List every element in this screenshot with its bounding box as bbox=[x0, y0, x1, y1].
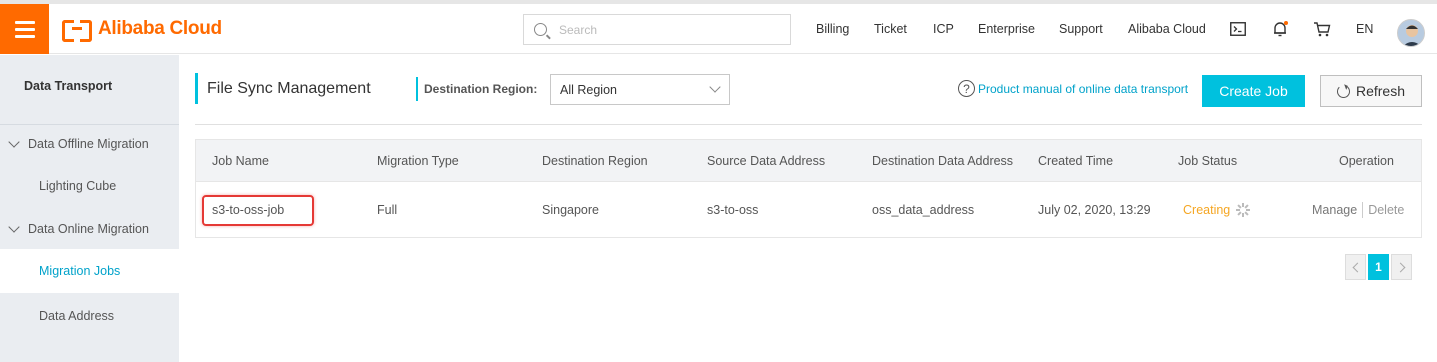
alibaba-logo-icon bbox=[62, 20, 92, 42]
brand-logo[interactable]: Alibaba Cloud bbox=[62, 17, 222, 42]
nav-icp[interactable]: ICP bbox=[933, 4, 954, 54]
nav-enterprise[interactable]: Enterprise bbox=[978, 4, 1035, 54]
column-header-created-time: Created Time bbox=[1038, 153, 1114, 168]
cell-migration-type: Full bbox=[377, 202, 398, 217]
refresh-button[interactable]: Refresh bbox=[1320, 75, 1422, 107]
region-label: Destination Region: bbox=[424, 82, 538, 96]
sidebar-title: Data Transport bbox=[24, 79, 113, 93]
cell-operations: Manage Delete bbox=[1312, 182, 1404, 237]
create-job-button[interactable]: Create Job bbox=[1202, 75, 1305, 107]
bell-icon[interactable] bbox=[1270, 4, 1290, 54]
region-select[interactable]: All Region bbox=[550, 74, 730, 105]
menu-icon[interactable] bbox=[0, 4, 49, 54]
region-select-value: All Region bbox=[560, 82, 617, 97]
column-header-destination-region: Destination Region bbox=[542, 153, 648, 168]
region-label-block: Destination Region: bbox=[416, 77, 537, 101]
column-header-source-address: Source Data Address bbox=[707, 153, 826, 168]
chevron-down-icon bbox=[8, 221, 20, 233]
nav-ticket[interactable]: Ticket bbox=[874, 4, 907, 54]
nav-alibaba-cloud[interactable]: Alibaba Cloud bbox=[1128, 4, 1206, 54]
jobs-table: Job Name Migration Type Destination Regi… bbox=[195, 139, 1422, 238]
sidebar-item-migration-jobs[interactable]: Migration Jobs bbox=[0, 249, 179, 293]
sidebar: Data Transport Data Offline Migration Li… bbox=[0, 55, 179, 362]
chevron-right-icon bbox=[1395, 262, 1405, 272]
manage-link[interactable]: Manage bbox=[1312, 203, 1357, 217]
search-box[interactable] bbox=[523, 14, 791, 45]
search-icon bbox=[534, 23, 547, 36]
search-input[interactable] bbox=[559, 22, 779, 37]
product-manual[interactable]: ? Product manual of online data transpor… bbox=[958, 80, 1188, 97]
refresh-button-label: Refresh bbox=[1355, 83, 1406, 99]
cell-created-time: July 02, 2020, 13:29 bbox=[1038, 202, 1151, 217]
pagination-next-button[interactable] bbox=[1391, 254, 1412, 280]
table-header: Job Name Migration Type Destination Regi… bbox=[196, 140, 1421, 181]
column-header-job-name: Job Name bbox=[212, 153, 269, 168]
sidebar-group-offline[interactable]: Data Offline Migration bbox=[0, 132, 179, 156]
terminal-icon[interactable] bbox=[1228, 4, 1248, 54]
cell-destination-address: oss_data_address bbox=[872, 202, 975, 217]
cell-source-address: s3-to-oss bbox=[707, 202, 759, 217]
nav-support[interactable]: Support bbox=[1059, 4, 1103, 54]
cell-job-status: Creating bbox=[1183, 182, 1251, 237]
cell-job-name[interactable]: s3-to-oss-job bbox=[212, 182, 284, 237]
help-icon: ? bbox=[958, 80, 975, 97]
page-title-block: File Sync Management bbox=[195, 73, 371, 104]
column-header-job-status: Job Status bbox=[1178, 153, 1238, 168]
sidebar-item-data-address[interactable]: Data Address bbox=[0, 294, 179, 338]
brand-name: Alibaba Cloud bbox=[98, 18, 222, 39]
operation-divider bbox=[1362, 201, 1364, 218]
loading-spinner-icon bbox=[1236, 202, 1251, 217]
main-divider bbox=[195, 124, 1422, 125]
status-badge: Creating bbox=[1183, 202, 1231, 217]
column-header-migration-type: Migration Type bbox=[377, 153, 459, 168]
delete-link[interactable]: Delete bbox=[1368, 203, 1404, 217]
page-title: File Sync Management bbox=[207, 79, 371, 97]
table-row: s3-to-oss-job Full Singapore s3-to-oss o… bbox=[196, 181, 1421, 237]
top-bar: Alibaba Cloud Billing Ticket ICP Enterpr… bbox=[0, 0, 1437, 54]
sidebar-group-online[interactable]: Data Online Migration bbox=[0, 217, 179, 241]
column-header-destination-address: Destination Data Address bbox=[872, 153, 1014, 168]
chevron-left-icon bbox=[1352, 262, 1362, 272]
product-manual-link[interactable]: Product manual of online data transport bbox=[978, 82, 1188, 96]
column-header-operation: Operation bbox=[1339, 153, 1394, 168]
language-switch[interactable]: EN bbox=[1356, 4, 1373, 54]
pagination-current-page[interactable]: 1 bbox=[1368, 254, 1389, 280]
avatar[interactable] bbox=[1397, 19, 1425, 47]
sidebar-group-label: Data Offline Migration bbox=[28, 137, 149, 151]
pagination-prev-button[interactable] bbox=[1345, 254, 1366, 280]
sidebar-group-label: Data Online Migration bbox=[28, 222, 149, 236]
refresh-icon bbox=[1336, 84, 1350, 98]
pagination: 1 bbox=[1345, 254, 1412, 280]
nav-billing[interactable]: Billing bbox=[816, 4, 849, 54]
chevron-down-icon bbox=[709, 81, 721, 93]
chevron-down-icon bbox=[8, 136, 20, 148]
cell-destination-region: Singapore bbox=[542, 202, 599, 217]
cart-icon[interactable] bbox=[1312, 4, 1332, 54]
sidebar-item-lighting-cube[interactable]: Lighting Cube bbox=[0, 164, 179, 208]
sidebar-divider bbox=[0, 124, 179, 125]
